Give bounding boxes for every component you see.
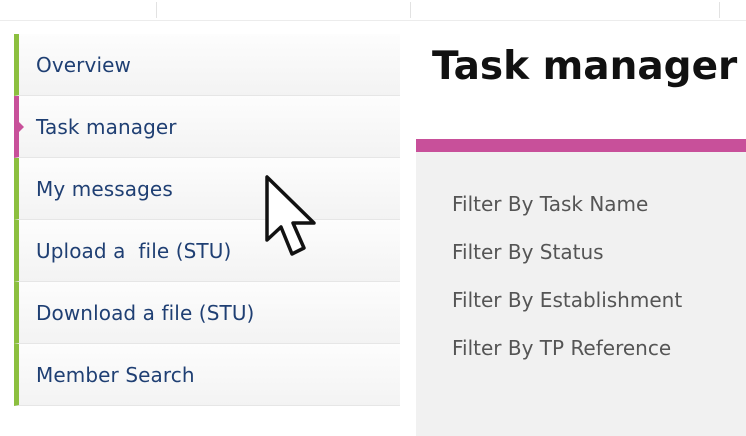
sidebar-item-label: Overview bbox=[36, 52, 131, 77]
filter-tp-reference-label[interactable]: Filter By TP Reference bbox=[452, 332, 682, 380]
filter-status-label[interactable]: Filter By Status bbox=[452, 236, 682, 284]
filter-establishment-label[interactable]: Filter By Establishment bbox=[452, 284, 682, 332]
filter-task-name-label[interactable]: Filter By Task Name bbox=[452, 188, 682, 236]
sidebar-item-label: Member Search bbox=[36, 362, 195, 387]
column-separator bbox=[410, 2, 411, 18]
sidebar-item-member-search[interactable]: Member Search bbox=[14, 344, 400, 406]
page-title: Task manager bbox=[432, 44, 738, 89]
column-separator bbox=[156, 2, 157, 18]
active-indicator-icon bbox=[18, 120, 24, 133]
sidebar-item-upload-file[interactable]: Upload a file (STU) bbox=[14, 220, 400, 282]
sidebar-item-label: Upload a file (STU) bbox=[36, 238, 232, 263]
top-strip bbox=[0, 0, 746, 21]
sidebar-nav: Overview Task manager My messages Upload… bbox=[14, 34, 400, 406]
sidebar-item-overview[interactable]: Overview bbox=[14, 34, 400, 96]
column-separator bbox=[719, 2, 720, 18]
sidebar-item-download-file[interactable]: Download a file (STU) bbox=[14, 282, 400, 344]
title-accent-bar bbox=[416, 139, 746, 152]
sidebar-item-label: Task manager bbox=[36, 114, 177, 139]
sidebar-item-my-messages[interactable]: My messages bbox=[14, 158, 400, 220]
page: Overview Task manager My messages Upload… bbox=[0, 0, 746, 436]
sidebar-item-label: Download a file (STU) bbox=[36, 300, 255, 325]
filter-list: Filter By Task Name Filter By Status Fil… bbox=[452, 188, 682, 380]
sidebar-item-label: My messages bbox=[36, 176, 173, 201]
sidebar-item-task-manager[interactable]: Task manager bbox=[14, 96, 400, 158]
